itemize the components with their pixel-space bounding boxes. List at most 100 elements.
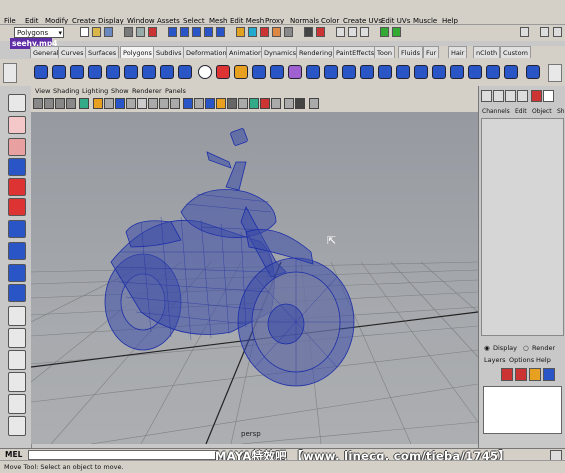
smooth-icon[interactable] bbox=[270, 65, 284, 79]
open-scene-icon[interactable] bbox=[92, 27, 101, 37]
vp-menu-panels[interactable]: Panels bbox=[165, 87, 186, 95]
object-menu[interactable]: Object bbox=[532, 107, 552, 117]
image-plane-icon[interactable] bbox=[66, 98, 76, 109]
grid-toggle-icon[interactable] bbox=[79, 98, 89, 109]
shelf-scroll-icon[interactable] bbox=[548, 64, 562, 82]
wireframe-icon[interactable] bbox=[159, 98, 169, 109]
attribute-editor-icon[interactable] bbox=[336, 27, 345, 37]
select-tool-icon[interactable] bbox=[8, 94, 26, 112]
display-radio-icon[interactable]: ◉ bbox=[484, 344, 490, 352]
shadows-icon[interactable] bbox=[216, 98, 226, 109]
poly-sphere-icon[interactable] bbox=[34, 65, 48, 79]
xray-joints-icon[interactable] bbox=[260, 98, 270, 109]
channel-box-toggle-icon[interactable] bbox=[360, 27, 369, 37]
soft-mod-tool-icon[interactable] bbox=[8, 242, 26, 260]
bridge-icon[interactable] bbox=[342, 65, 356, 79]
tab-dynamics[interactable]: Dynamics bbox=[261, 46, 300, 58]
render-settings-icon[interactable] bbox=[284, 27, 293, 37]
select-component-icon[interactable] bbox=[148, 27, 157, 37]
paint-select-tool-icon[interactable] bbox=[8, 138, 26, 156]
tool-settings-icon-right[interactable] bbox=[517, 90, 528, 102]
edit-menu[interactable]: Edit bbox=[515, 107, 527, 117]
move-tool-icon[interactable] bbox=[8, 158, 26, 176]
boolean-icon[interactable] bbox=[288, 65, 302, 79]
camera-attributes-icon[interactable] bbox=[44, 98, 54, 109]
vp-menu-show[interactable]: Show bbox=[111, 87, 129, 95]
save-scene-icon[interactable] bbox=[104, 27, 113, 37]
channel-box[interactable] bbox=[481, 118, 564, 336]
safe-action-icon[interactable] bbox=[137, 98, 147, 109]
ssao-icon[interactable] bbox=[309, 98, 319, 109]
automatic-mapping-icon[interactable] bbox=[504, 65, 518, 79]
new-layer-selected-icon[interactable] bbox=[515, 368, 527, 381]
extrude-icon[interactable] bbox=[324, 65, 338, 79]
snap-view-plane-icon[interactable] bbox=[204, 27, 213, 37]
rotate-tool-icon[interactable] bbox=[8, 178, 26, 196]
show-hide-icon[interactable] bbox=[316, 27, 325, 37]
tab-deformation[interactable]: Deformation bbox=[183, 46, 230, 58]
vp-menu-view[interactable]: View bbox=[35, 87, 50, 95]
poly-plane-icon[interactable] bbox=[106, 65, 120, 79]
hardware-render-icon[interactable] bbox=[295, 98, 305, 109]
mode-selector[interactable]: Polygons bbox=[14, 27, 64, 39]
tab-custom[interactable]: Custom bbox=[500, 46, 531, 58]
sidebar-toggle-icon[interactable] bbox=[392, 27, 401, 37]
panel-layout-icon[interactable] bbox=[520, 27, 529, 37]
field-chart-icon[interactable] bbox=[126, 98, 136, 109]
channel-box-icon[interactable] bbox=[481, 90, 492, 102]
tab-fur[interactable]: Fur bbox=[423, 46, 440, 58]
split-polygon-icon[interactable] bbox=[378, 65, 392, 79]
tab-fluids[interactable]: Fluids bbox=[398, 46, 423, 58]
select-camera-icon[interactable] bbox=[33, 98, 43, 109]
render-radio-icon[interactable]: ○ bbox=[523, 344, 529, 352]
smooth-shade-icon[interactable] bbox=[170, 98, 180, 109]
select-hierarchy-icon[interactable] bbox=[124, 27, 133, 37]
lasso-tool-icon[interactable] bbox=[8, 116, 26, 134]
tab-surfaces[interactable]: Surfaces bbox=[85, 46, 120, 58]
paint-icon[interactable] bbox=[531, 90, 542, 102]
tab-rendering[interactable]: Rendering bbox=[296, 46, 336, 58]
tool-settings-icon[interactable] bbox=[348, 27, 357, 37]
tab-hair[interactable]: Hair bbox=[448, 46, 468, 58]
persp-graph-layout-icon[interactable] bbox=[8, 372, 26, 392]
isolate-select-icon[interactable] bbox=[238, 98, 248, 109]
backface-icon[interactable] bbox=[271, 98, 281, 109]
planar-mapping-icon[interactable] bbox=[450, 65, 464, 79]
shade-wireframe-icon[interactable] bbox=[183, 98, 193, 109]
tab-toon[interactable]: Toon bbox=[374, 46, 395, 58]
channels-menu[interactable]: Channels bbox=[482, 107, 510, 117]
uv-editor-icon[interactable] bbox=[526, 65, 540, 79]
custom-layout-icon[interactable] bbox=[8, 416, 26, 436]
poly-torus-icon[interactable] bbox=[124, 65, 138, 79]
poly-pyramid-icon[interactable] bbox=[160, 65, 174, 79]
vp-menu-lighting[interactable]: Lighting bbox=[82, 87, 108, 95]
use-all-lights-icon[interactable] bbox=[205, 98, 215, 109]
snap-grid-icon[interactable] bbox=[168, 27, 177, 37]
film-gate-icon[interactable] bbox=[93, 98, 103, 109]
hypershade-layout-icon[interactable] bbox=[8, 394, 26, 414]
safe-title-icon[interactable] bbox=[148, 98, 158, 109]
panel-toggle-icon[interactable] bbox=[540, 27, 549, 37]
new-scene-icon[interactable] bbox=[80, 27, 89, 37]
last-tool-icon[interactable] bbox=[8, 284, 26, 302]
tab-animation[interactable]: Animation bbox=[226, 46, 266, 58]
render-frame-icon[interactable] bbox=[260, 27, 269, 37]
new-layer-icon[interactable] bbox=[501, 368, 513, 381]
textured-icon[interactable] bbox=[194, 98, 204, 109]
shelf-menu-icon[interactable] bbox=[3, 63, 17, 83]
poly-cube-icon[interactable] bbox=[52, 65, 66, 79]
attribute-icon[interactable] bbox=[505, 90, 516, 102]
poly-pipe-icon[interactable] bbox=[178, 65, 192, 79]
high-quality-icon[interactable] bbox=[227, 98, 237, 109]
input-line-icon[interactable] bbox=[304, 27, 313, 37]
bevel-icon[interactable] bbox=[414, 65, 428, 79]
pencil-icon[interactable] bbox=[543, 90, 554, 102]
persp-outliner-layout-icon[interactable] bbox=[8, 350, 26, 370]
make-live-icon[interactable] bbox=[216, 27, 225, 37]
tab-painteffects[interactable]: PaintEffects bbox=[333, 46, 378, 58]
spherical-mapping-icon[interactable] bbox=[486, 65, 500, 79]
show-manipulator-icon[interactable] bbox=[8, 264, 26, 282]
poly-cone-icon[interactable] bbox=[88, 65, 102, 79]
construction-history-icon[interactable] bbox=[248, 27, 257, 37]
mirror-icon[interactable] bbox=[306, 65, 320, 79]
